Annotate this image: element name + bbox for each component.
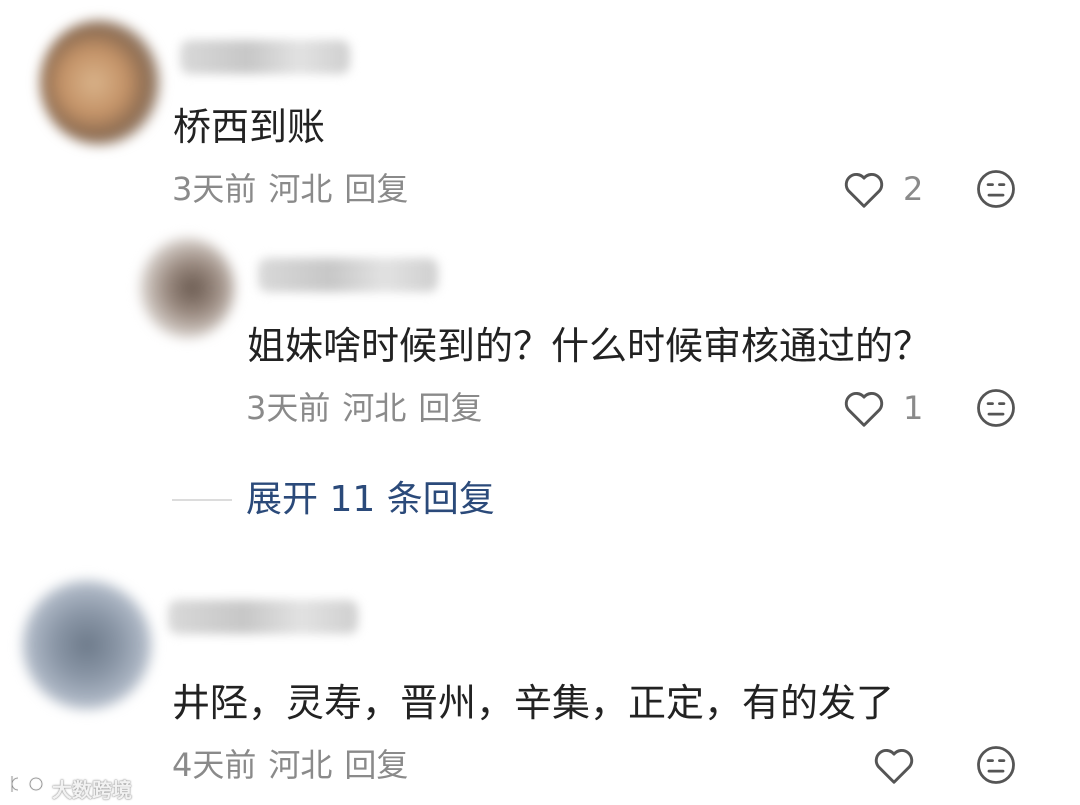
like-count: 1 <box>903 389 924 427</box>
watermark-logo-icon <box>10 776 44 792</box>
like-count: 2 <box>903 170 924 208</box>
comment-meta: 4天前 河北 回复 <box>172 749 420 781</box>
watermark-text: 大数跨境 <box>52 778 132 802</box>
heart-outline-icon[interactable] <box>842 388 886 428</box>
expand-replies-button[interactable]: 展开 11 条回复 <box>246 482 495 518</box>
username-blurred[interactable] <box>180 40 350 74</box>
heart-outline-icon[interactable] <box>842 169 886 209</box>
neutral-face-icon[interactable] <box>975 387 1017 429</box>
comment-location: 河北 <box>268 746 333 784</box>
comment-time: 3天前 <box>246 389 331 427</box>
reply-button[interactable]: 回复 <box>344 746 408 784</box>
expand-divider <box>172 499 232 501</box>
comment-meta: 3天前 河北 回复 <box>246 392 494 424</box>
comment-text: 桥西到账 <box>173 105 326 149</box>
comment-location: 河北 <box>342 389 407 427</box>
avatar[interactable] <box>140 238 235 338</box>
comment-text: 姐妹啥时候到的？什么时候审核通过的？ <box>247 324 932 368</box>
comment-meta: 3天前 河北 回复 <box>172 173 420 205</box>
heart-outline-icon[interactable] <box>872 745 916 785</box>
neutral-face-icon[interactable] <box>975 168 1017 210</box>
reply-button[interactable]: 回复 <box>344 170 408 208</box>
comment-text: 井陉，灵寿，晋州，辛集，正定，有的发了 <box>172 681 895 725</box>
avatar[interactable] <box>40 20 160 145</box>
reply-button[interactable]: 回复 <box>418 389 482 427</box>
username-blurred[interactable] <box>258 258 438 292</box>
comment-time: 3天前 <box>172 170 257 208</box>
username-blurred[interactable] <box>168 600 358 634</box>
comment-location: 河北 <box>268 170 333 208</box>
comment-time: 4天前 <box>172 746 257 784</box>
neutral-face-icon[interactable] <box>975 744 1017 786</box>
avatar[interactable] <box>22 580 152 710</box>
